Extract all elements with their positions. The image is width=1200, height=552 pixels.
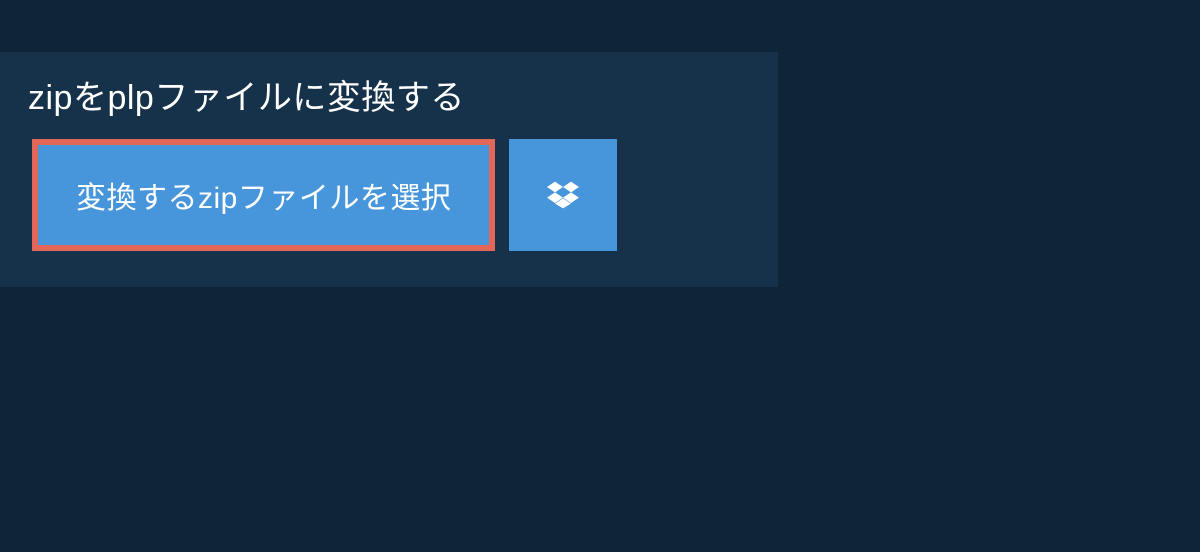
select-file-button[interactable]: 変換するzipファイルを選択: [32, 139, 495, 251]
dropbox-icon: [547, 179, 579, 211]
conversion-panel: zipをplpファイルに変換する 変換するzipファイルを選択: [0, 52, 778, 287]
title-bar: zipをplpファイルに変換する: [0, 52, 615, 139]
select-file-label: 変換するzipファイルを選択: [76, 173, 451, 217]
page-title: zipをplpファイルに変換する: [28, 70, 587, 119]
dropbox-button[interactable]: [509, 139, 617, 251]
button-row: 変換するzipファイルを選択: [0, 139, 778, 287]
